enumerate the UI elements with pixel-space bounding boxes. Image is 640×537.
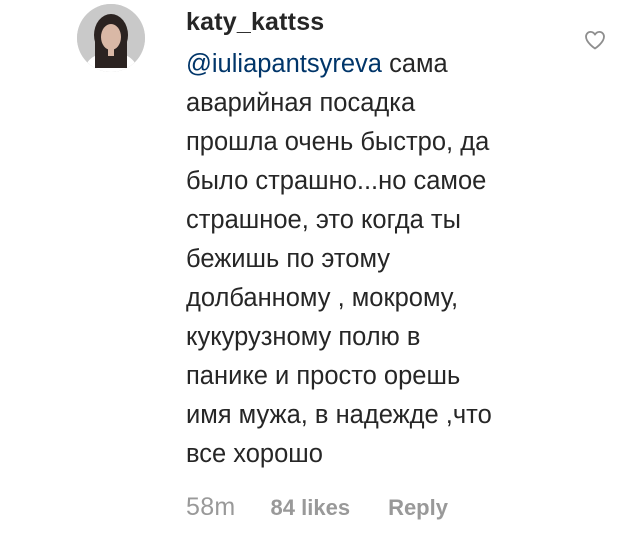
comment: katy_kattss @iuliapantsyreva сама аварий… [0, 0, 640, 537]
comment-line: @iuliapantsyreva сама [186, 45, 546, 84]
heart-outline-icon[interactable] [583, 28, 607, 52]
comment-line: панике и просто орешь [186, 362, 461, 390]
avatar[interactable] [77, 4, 145, 72]
comment-line: имя мужа, в надежде ,что [186, 401, 492, 429]
timestamp[interactable]: 58m [186, 493, 236, 522]
comment-line: было страшно...но самое [186, 167, 487, 195]
comment-line: бежишь по этому [186, 245, 391, 273]
comment-line: долбанному , мокрому, [186, 284, 459, 312]
comment-text: @iuliapantsyreva сама аварийная посадка … [186, 45, 546, 474]
username[interactable]: katy_kattss [186, 8, 324, 37]
comment-line: страшное, это когда ты [186, 206, 461, 234]
comment-line: кукурузному полю в [186, 323, 421, 351]
comment-line: аварийная посадка [186, 89, 416, 117]
comment-line: прошла очень быстро, да [186, 128, 490, 156]
comment-meta: 58m 84 likes Reply [186, 493, 448, 525]
likes-count[interactable]: 84 likes [271, 495, 351, 521]
reply-button[interactable]: Reply [388, 495, 448, 521]
comment-text-fragment: сама [381, 50, 448, 78]
comment-line: все хорошо [186, 440, 323, 468]
mention-link[interactable]: @iuliapantsyreva [186, 50, 382, 78]
avatar-image [77, 4, 145, 72]
